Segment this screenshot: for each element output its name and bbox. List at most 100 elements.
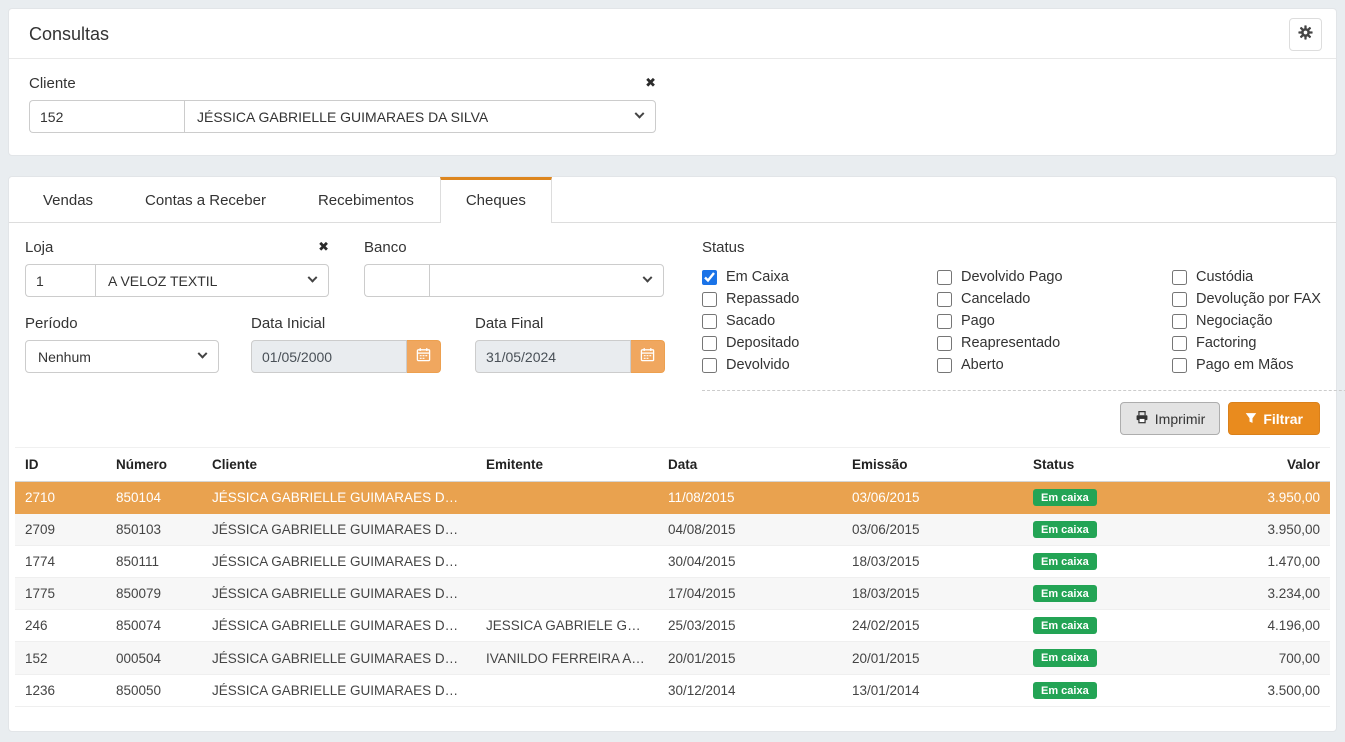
cell-id: 2709 <box>15 514 106 546</box>
column-header-emissao[interactable]: Emissão <box>842 448 1023 482</box>
status-checkbox[interactable]: Aberto <box>937 354 1172 376</box>
settings-button[interactable] <box>1289 18 1322 51</box>
status-column-2: Devolvido Pago Cancelado Pago <box>937 266 1172 376</box>
cell-emissao: 24/02/2015 <box>842 610 1023 642</box>
cheques-table: ID Número Cliente Emitente Data Emissão … <box>15 447 1330 707</box>
cliente-code-input[interactable] <box>29 100 184 133</box>
data-final-filter: Data Final <box>475 315 665 373</box>
cliente-select-value: JÉSSICA GABRIELLE GUIMARAES DA SILVA <box>197 109 488 125</box>
checkbox-label: Em Caixa <box>726 269 789 285</box>
banco-label: Banco <box>364 239 407 256</box>
cell-cliente: JÉSSICA GABRIELLE GUIMARAES DA SILVA <box>202 514 476 546</box>
table-row[interactable]: 1775 850079 JÉSSICA GABRIELLE GUIMARAES … <box>15 578 1330 610</box>
periodo-select[interactable]: Nenhum <box>25 340 219 373</box>
column-header-id[interactable]: ID <box>15 448 106 482</box>
status-checkbox[interactable]: Devolução por FAX <box>1172 288 1345 310</box>
cell-status: Em caixa <box>1023 578 1171 610</box>
data-inicial-filter: Data Inicial <box>251 315 441 373</box>
cell-numero: 850079 <box>106 578 202 610</box>
cell-cliente: JÉSSICA GABRIELLE GUIMARAES DA SILVA <box>202 642 476 674</box>
column-header-cliente[interactable]: Cliente <box>202 448 476 482</box>
tab-cheques[interactable]: Cheques <box>440 177 552 223</box>
checkbox-input[interactable] <box>702 336 717 351</box>
cell-data: 17/04/2015 <box>658 578 842 610</box>
imprimir-button[interactable]: Imprimir <box>1120 402 1221 435</box>
checkbox-input[interactable] <box>1172 292 1187 307</box>
status-checkbox[interactable]: Sacado <box>702 310 937 332</box>
data-final-calendar-button[interactable] <box>631 340 665 373</box>
cell-emitente: JESSICA GABRIELE GUIMARA… <box>476 610 658 642</box>
table-row[interactable]: 1774 850111 JÉSSICA GABRIELLE GUIMARAES … <box>15 546 1330 578</box>
checkbox-input[interactable] <box>702 270 717 285</box>
checkbox-input[interactable] <box>1172 336 1187 351</box>
column-header-data[interactable]: Data <box>658 448 842 482</box>
table-row[interactable]: 2710 850104 JÉSSICA GABRIELLE GUIMARAES … <box>15 482 1330 514</box>
banco-select[interactable] <box>429 264 664 297</box>
table-row[interactable]: 1236 850050 JÉSSICA GABRIELLE GUIMARAES … <box>15 674 1330 706</box>
status-checkbox[interactable]: Custódia <box>1172 266 1345 288</box>
cell-emitente <box>476 674 658 706</box>
checkbox-input[interactable] <box>937 314 952 329</box>
status-checkbox[interactable]: Negociação <box>1172 310 1345 332</box>
cliente-clear-icon[interactable]: ✖ <box>645 77 656 90</box>
checkbox-input[interactable] <box>702 292 717 307</box>
cell-emissao: 18/03/2015 <box>842 578 1023 610</box>
status-filter: Status Em Caixa Repassado <box>702 239 1345 391</box>
column-header-numero[interactable]: Número <box>106 448 202 482</box>
status-checkbox[interactable]: Pago <box>937 310 1172 332</box>
tab-contas-a-receber[interactable]: Contas a Receber <box>119 177 292 223</box>
status-checkbox[interactable]: Depositado <box>702 332 937 354</box>
status-column-3: Custódia Devolução por FAX Negociação <box>1172 266 1345 376</box>
periodo-filter: Período Nenhum <box>25 315 219 373</box>
checkbox-input[interactable] <box>937 292 952 307</box>
cell-emissao: 03/06/2015 <box>842 482 1023 514</box>
table-row[interactable]: 2709 850103 JÉSSICA GABRIELLE GUIMARAES … <box>15 514 1330 546</box>
checkbox-label: Repassado <box>726 291 799 307</box>
data-final-input[interactable] <box>475 340 631 373</box>
loja-clear-icon[interactable]: ✖ <box>318 241 329 254</box>
checkbox-input[interactable] <box>1172 314 1187 329</box>
checkbox-input[interactable] <box>702 358 717 373</box>
loja-select-value: A VELOZ TEXTIL <box>108 273 217 289</box>
checkbox-input[interactable] <box>937 336 952 351</box>
filtrar-button[interactable]: Filtrar <box>1228 402 1320 435</box>
cell-cliente: JÉSSICA GABRIELLE GUIMARAES DA SILVA <box>202 546 476 578</box>
status-checkbox[interactable]: Devolvido <box>702 354 937 376</box>
cliente-select[interactable]: JÉSSICA GABRIELLE GUIMARAES DA SILVA <box>184 100 656 133</box>
status-checkbox[interactable]: Em Caixa <box>702 266 937 288</box>
table-row[interactable]: 246 850074 JÉSSICA GABRIELLE GUIMARAES D… <box>15 610 1330 642</box>
table-row[interactable]: 152 000504 JÉSSICA GABRIELLE GUIMARAES D… <box>15 642 1330 674</box>
data-inicial-calendar-button[interactable] <box>407 340 441 373</box>
tab-recebimentos[interactable]: Recebimentos <box>292 177 440 223</box>
status-checkbox[interactable]: Reapresentado <box>937 332 1172 354</box>
loja-code-input[interactable] <box>25 264 95 297</box>
data-inicial-input[interactable] <box>251 340 407 373</box>
loja-select[interactable]: A VELOZ TEXTIL <box>95 264 329 297</box>
cell-id: 1236 <box>15 674 106 706</box>
banco-code-input[interactable] <box>364 264 429 297</box>
status-checkbox[interactable]: Repassado <box>702 288 937 310</box>
loja-label: Loja <box>25 239 53 256</box>
periodo-select-value: Nenhum <box>38 349 91 365</box>
column-header-emitente[interactable]: Emitente <box>476 448 658 482</box>
cell-emitente: IVANILDO FERREIRA ALVES FI… <box>476 642 658 674</box>
cell-data: 30/12/2014 <box>658 674 842 706</box>
checkbox-label: Sacado <box>726 313 775 329</box>
column-header-valor[interactable]: Valor <box>1171 448 1330 482</box>
status-checkbox[interactable]: Factoring <box>1172 332 1345 354</box>
cell-status: Em caixa <box>1023 674 1171 706</box>
column-header-status[interactable]: Status <box>1023 448 1171 482</box>
status-checkbox[interactable]: Cancelado <box>937 288 1172 310</box>
checkbox-label: Pago <box>961 313 995 329</box>
checkbox-input[interactable] <box>1172 270 1187 285</box>
checkbox-input[interactable] <box>937 358 952 373</box>
checkbox-input[interactable] <box>1172 358 1187 373</box>
tab-vendas[interactable]: Vendas <box>17 177 119 223</box>
periodo-label: Período <box>25 315 78 332</box>
checkbox-label: Reapresentado <box>961 335 1060 351</box>
checkbox-input[interactable] <box>702 314 717 329</box>
status-checkbox[interactable]: Devolvido Pago <box>937 266 1172 288</box>
cell-emissao: 18/03/2015 <box>842 546 1023 578</box>
status-checkbox[interactable]: Pago em Mãos <box>1172 354 1345 376</box>
checkbox-input[interactable] <box>937 270 952 285</box>
